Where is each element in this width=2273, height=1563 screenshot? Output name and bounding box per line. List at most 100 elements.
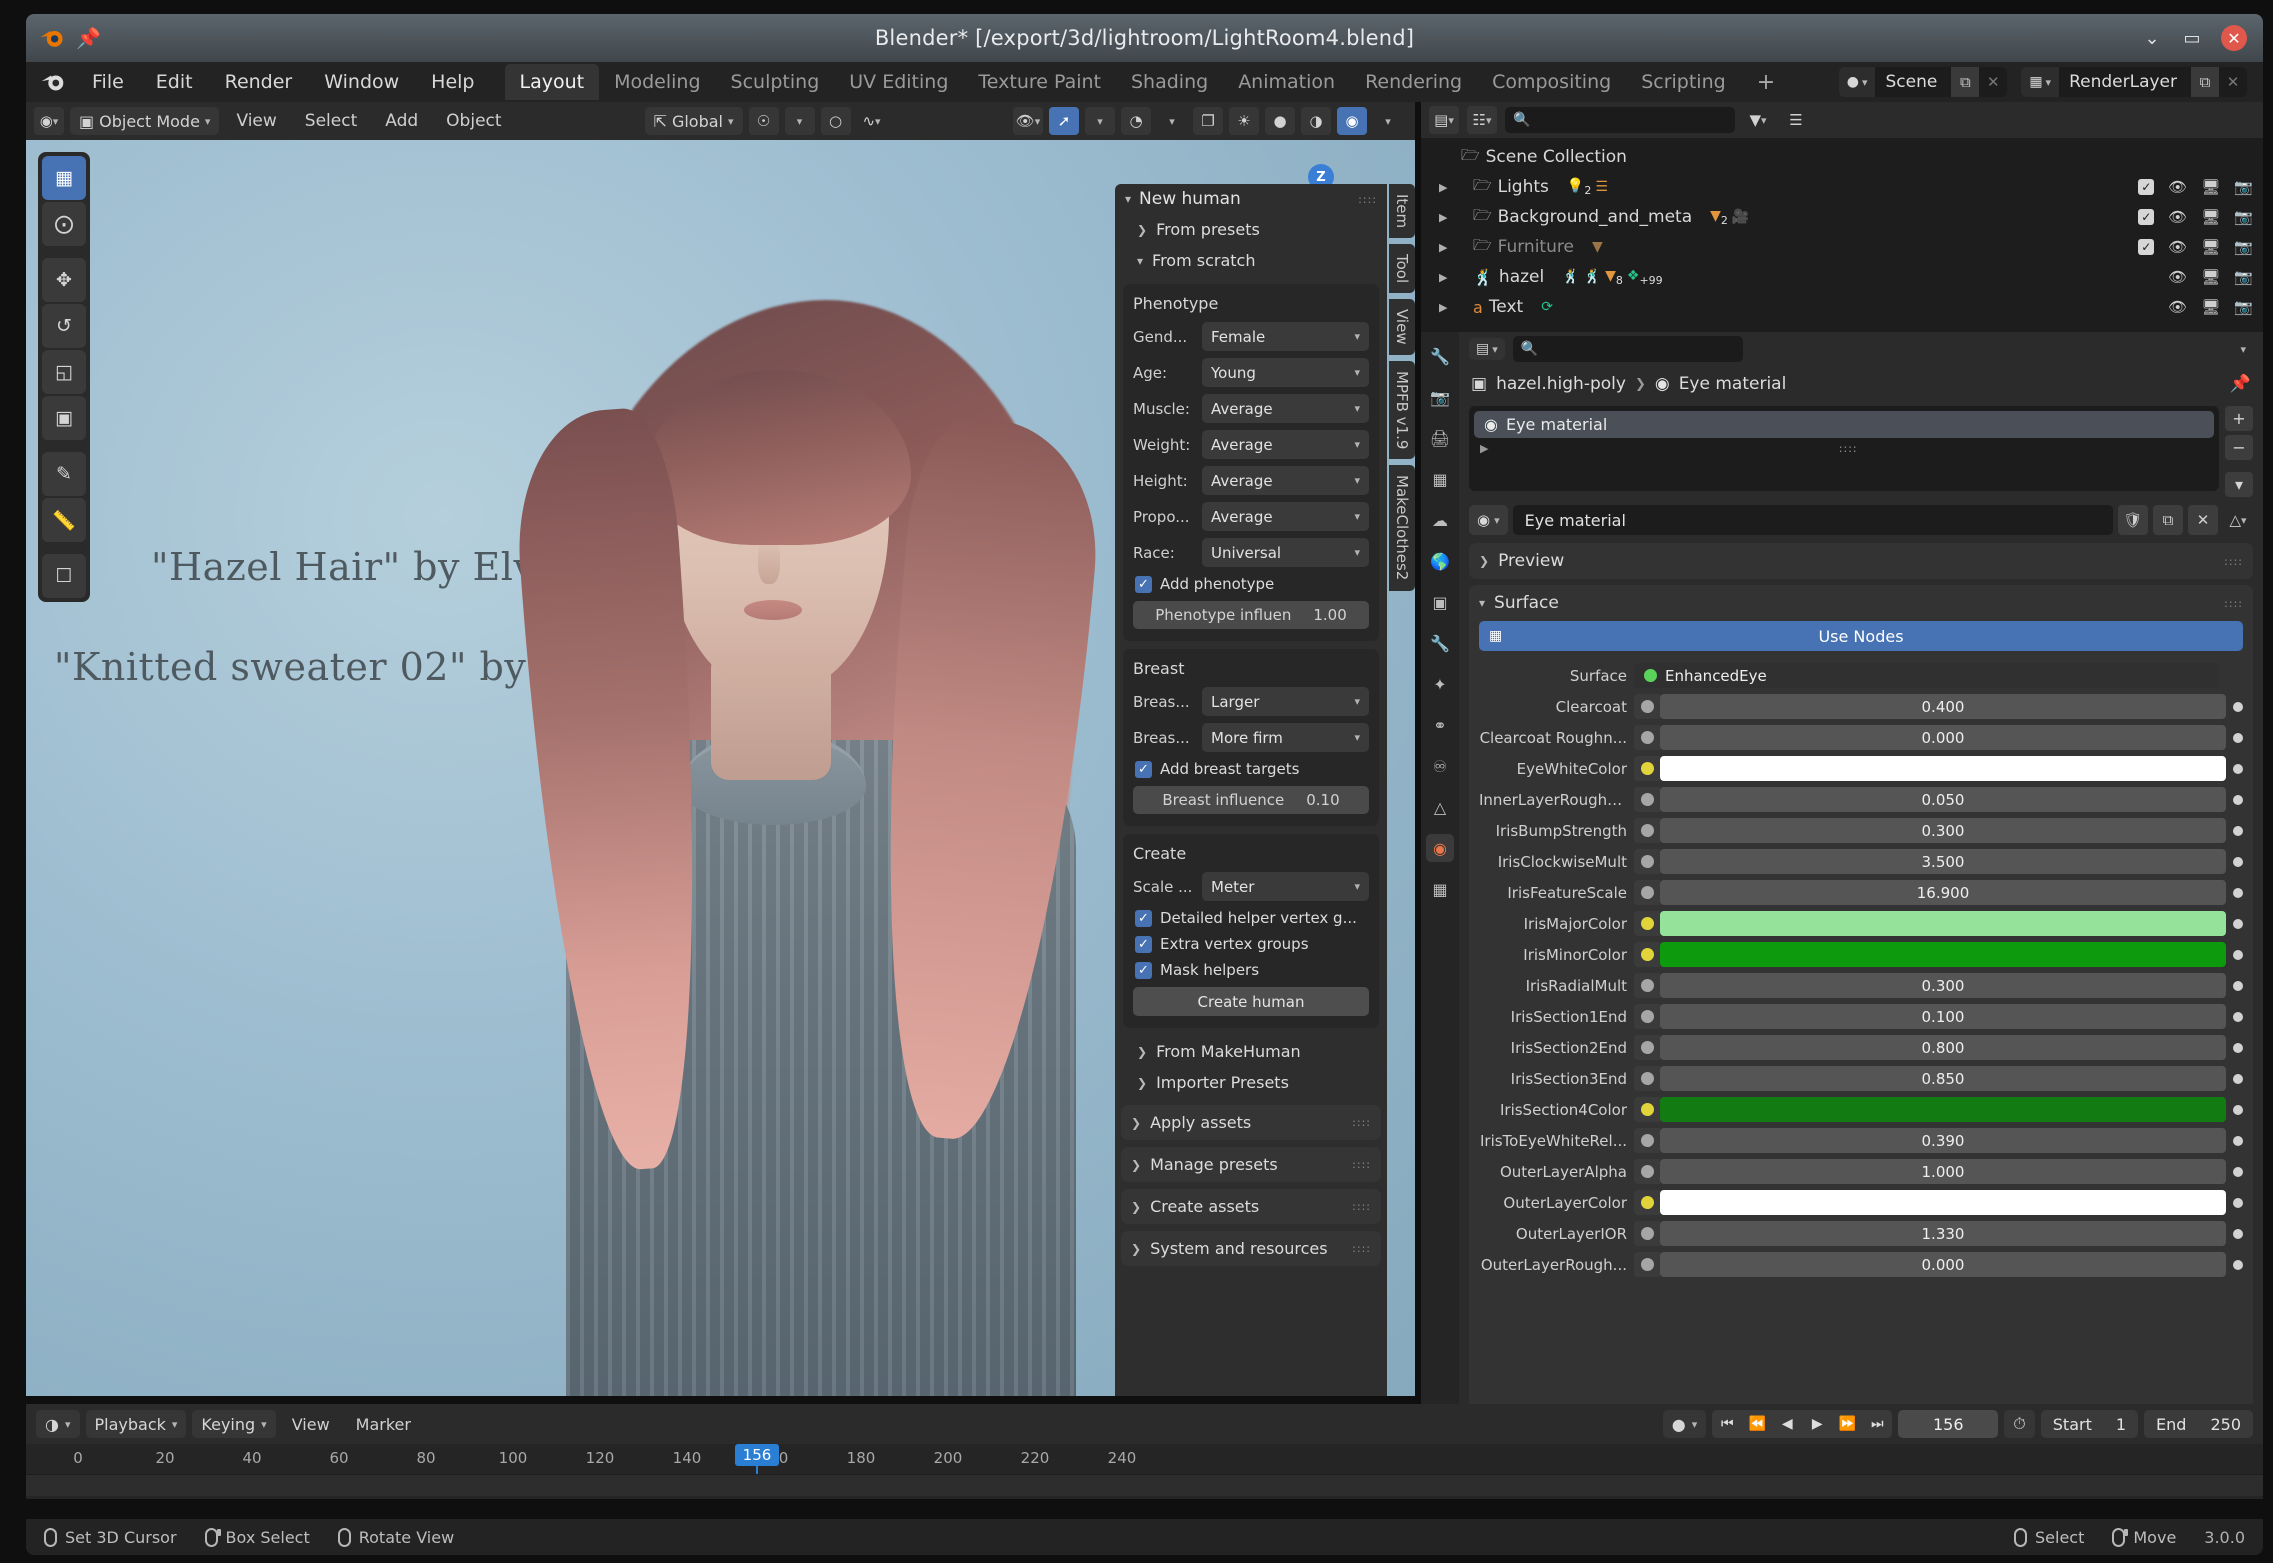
section-from-makehuman[interactable]: ❯ From MakeHuman (1115, 1036, 1387, 1067)
panel-grip[interactable]: :::: (1352, 1116, 1371, 1129)
material-specials-button[interactable]: ▾ (2225, 472, 2253, 497)
animate-property-icon[interactable] (2233, 1197, 2243, 1208)
outliner-row-lights[interactable]: ▶ 🗁 Lights 💡2 ☰ ✓ 👁 🖥 📷 (1421, 172, 2263, 202)
animate-property-icon[interactable] (2233, 980, 2243, 991)
animate-property-icon[interactable] (2233, 763, 2243, 774)
render-properties-tab[interactable]: 📷 (1426, 383, 1454, 411)
accordion-manage-presets[interactable]: ❯ Manage presets :::: (1121, 1147, 1381, 1182)
screen-icon[interactable]: 🖥 (2201, 238, 2220, 256)
detailed-helper-checkbox[interactable]: ✓ Detailed helper vertex g... (1135, 909, 1369, 927)
add-phenotype-checkbox[interactable]: ✓ Add phenotype (1135, 575, 1369, 593)
npanel-tab-mpfb[interactable]: MPFB v1.9 (1389, 360, 1415, 460)
mask-helpers-checkbox[interactable]: ✓ Mask helpers (1135, 961, 1369, 979)
input-value[interactable]: 0.400 (1660, 694, 2226, 719)
input-value[interactable]: 0.000 (1660, 725, 2226, 750)
npanel-tab-view[interactable]: View (1389, 299, 1415, 355)
eye-icon[interactable]: 👁 (2168, 208, 2187, 226)
shading-rendered-icon[interactable]: ◉ (1337, 107, 1367, 135)
animate-property-icon[interactable] (2233, 918, 2243, 929)
input-value[interactable]: 0.050 (1660, 787, 2226, 812)
panel-grip[interactable]: :::: (1352, 1158, 1371, 1171)
scale-tool[interactable]: ◱ (42, 350, 86, 394)
constraint-properties-tab[interactable]: ♾ (1426, 752, 1454, 780)
outliner-row-scene-collection[interactable]: 🗁 Scene Collection (1421, 142, 2263, 172)
select-box-tool[interactable]: ▦ (42, 156, 86, 200)
timeline-editor[interactable]: ◑ ▾ Playback ▾ Keying ▾ View Marker ● ▾ ⏮ ⏪ … (26, 1404, 2263, 1499)
input-value[interactable]: 0.100 (1660, 1004, 2226, 1029)
color-swatch[interactable] (1660, 1097, 2226, 1122)
color-swatch[interactable] (1660, 911, 2226, 936)
previous-keyframe-button[interactable]: ⏪ (1742, 1410, 1773, 1438)
editor-type-icon[interactable]: ◉ ▾ (34, 107, 64, 135)
animate-property-icon[interactable] (2233, 1104, 2243, 1115)
input-value[interactable]: 1.000 (1660, 1159, 2226, 1184)
annotate-tool[interactable]: ✎ (42, 452, 86, 496)
rotate-tool[interactable]: ↺ (42, 304, 86, 348)
tab-shading[interactable]: Shading (1116, 64, 1223, 100)
screen-icon[interactable]: 🖥 (2201, 268, 2220, 286)
npanel-tab-makeclothes[interactable]: MakeClothes2 (1389, 465, 1415, 591)
browse-material-button[interactable]: ◉ ▾ (1469, 505, 1508, 535)
cursor-tool[interactable]: ⨀ (42, 202, 86, 246)
viewport-menu-object[interactable]: Object (435, 111, 512, 131)
input-value[interactable]: 1.330 (1660, 1221, 2226, 1246)
proportions-select[interactable]: Average ▾ (1202, 502, 1369, 531)
outliner-display-mode-icon[interactable]: ☷ ▾ (1467, 106, 1497, 134)
tab-sculpting[interactable]: Sculpting (716, 64, 835, 100)
tab-rendering[interactable]: Rendering (1350, 64, 1477, 100)
height-select[interactable]: Average ▾ (1202, 466, 1369, 495)
list-grip[interactable]: :::: (1839, 442, 1858, 455)
input-value[interactable]: 0.800 (1660, 1035, 2226, 1060)
breadcrumb-material[interactable]: Eye material (1679, 374, 1787, 394)
menu-render[interactable]: Render (209, 66, 309, 98)
eye-icon[interactable]: 👁 (2168, 238, 2187, 256)
color-swatch[interactable] (1660, 756, 2226, 781)
breadcrumb-object[interactable]: hazel.high-poly (1496, 374, 1626, 394)
keying-menu[interactable]: Keying ▾ (192, 1410, 276, 1438)
gender-select[interactable]: Female ▾ (1202, 322, 1369, 351)
animate-property-icon[interactable] (2233, 825, 2243, 836)
race-select[interactable]: Universal ▾ (1202, 538, 1369, 567)
outliner-options-icon[interactable]: ☰ (1781, 106, 1811, 134)
viewport-menu-select[interactable]: Select (294, 111, 368, 131)
breast-firmness-select[interactable]: More firm ▾ (1202, 723, 1369, 752)
gizmo-toggle-icon[interactable]: ➚ (1049, 107, 1079, 135)
checkbox-checked-icon[interactable]: ✓ (2138, 239, 2155, 255)
material-slots[interactable]: ◉ Eye material ▶ :::: (1469, 406, 2219, 491)
animate-property-icon[interactable] (2233, 1042, 2243, 1053)
screen-icon[interactable]: 🖥 (2201, 178, 2220, 196)
panel-grip[interactable]: :::: (1358, 193, 1377, 206)
timeline-menu-view[interactable]: View (282, 1415, 340, 1434)
start-frame-field[interactable]: Start 1 (2040, 1410, 2139, 1438)
create-human-button[interactable]: Create human (1133, 987, 1369, 1016)
jump-to-start-button[interactable]: ⏮ (1712, 1410, 1743, 1438)
tab-modeling[interactable]: Modeling (599, 64, 715, 100)
outliner-row-text[interactable]: ▶ a Text ⟳ 👁 🖥 📷 (1421, 292, 2263, 322)
shading-wireframe-icon[interactable]: ☀ (1229, 107, 1259, 135)
scene-properties-tab[interactable]: ☁ (1426, 506, 1454, 534)
close-button[interactable]: ✕ (2221, 25, 2247, 51)
shading-material-icon[interactable]: ◑ (1301, 107, 1331, 135)
pin-icon[interactable]: 📌 (2230, 374, 2251, 394)
npanel-tab-item[interactable]: Item (1389, 184, 1415, 239)
panel-header-new-human[interactable]: ▾ New human :::: (1115, 184, 1387, 214)
material-filter-icon[interactable]: △ ▾ (2223, 505, 2253, 535)
chevron-right-icon[interactable]: ▶ (1439, 301, 1455, 314)
data-properties-tab[interactable]: △ (1426, 793, 1454, 821)
animate-property-icon[interactable] (2233, 949, 2243, 960)
modifier-properties-tab[interactable]: 🔧 (1426, 629, 1454, 657)
overlays-dropdown[interactable]: ▾ (1157, 107, 1187, 135)
panel-grip[interactable]: :::: (1352, 1242, 1371, 1255)
viewport-canvas[interactable]: "Hazel Hair" by Elvaerwyn "Knitted sweat… (26, 140, 1415, 1396)
new-scene-button[interactable]: ⧉ (1951, 67, 1980, 97)
add-breast-targets-checkbox[interactable]: ✓ Add breast targets (1135, 760, 1369, 778)
properties-editor[interactable]: 🔧 📷 🖨 ▦ ☁ 🌎 ▣ 🔧 ✦ ⚭ ♾ △ ◉ ▦ ▤ ▾ 🔍 ▾ ▣ haz… (1421, 332, 2263, 1409)
section-from-scratch[interactable]: ▾ From scratch (1115, 245, 1387, 276)
shading-dropdown[interactable]: ▾ (1373, 107, 1403, 135)
animate-property-icon[interactable] (2233, 856, 2243, 867)
gizmo-dropdown[interactable]: ▾ (1085, 107, 1115, 135)
animate-property-icon[interactable] (2233, 1166, 2243, 1177)
snap-magnet-icon[interactable]: ☉ (748, 107, 779, 135)
screen-icon[interactable]: 🖥 (2201, 208, 2220, 226)
accordion-create-assets[interactable]: ❯ Create assets :::: (1121, 1189, 1381, 1224)
